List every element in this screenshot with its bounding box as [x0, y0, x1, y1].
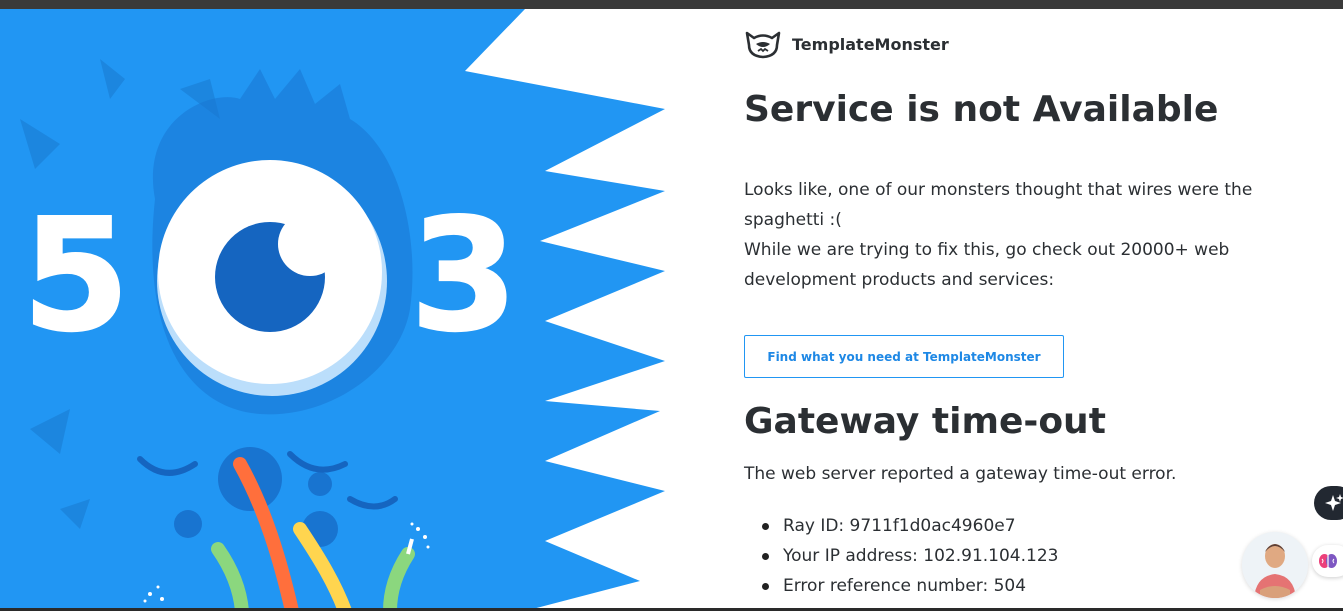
ip-address: Your IP address: 102.91.104.123 [783, 546, 1059, 566]
browser-top-strip [0, 0, 1343, 9]
find-templatemonster-button[interactable]: Find what you need at TemplateMonster [744, 335, 1064, 378]
support-agent-avatar[interactable] [1242, 532, 1308, 598]
ai-assistant-button[interactable] [1314, 486, 1343, 520]
brand-name: TemplateMonster [792, 34, 949, 54]
eye-highlight [278, 212, 342, 276]
bullet-icon [762, 522, 769, 530]
error-reference: Error reference number: 504 [783, 576, 1027, 596]
error-description: The web server reported a gateway time-o… [744, 464, 1177, 484]
brand-logo[interactable]: TemplateMonster [744, 29, 949, 59]
list-item: Ray ID: 9711f1d0ac4960e7 [744, 511, 1058, 541]
message-line: While we are trying to fix this, go chec… [744, 240, 1230, 260]
list-item: Your IP address: 102.91.104.123 [744, 541, 1058, 571]
page-title: Service is not Available [744, 89, 1219, 130]
message-line: Looks like, one of our monsters thought … [744, 180, 1253, 200]
monster-503-graphic: 5 3 [0, 9, 665, 611]
list-item: Error reference number: 504 [744, 571, 1058, 601]
message-line: development products and services: [744, 270, 1055, 290]
digit-3: 3 [410, 185, 518, 366]
ai-brain-button[interactable] [1312, 545, 1343, 577]
error-details-list: Ray ID: 9711f1d0ac4960e7 Your IP address… [744, 511, 1058, 601]
monster-logo-icon [745, 31, 781, 59]
brain-icon [1319, 554, 1337, 568]
error-message: Looks like, one of our monsters thought … [744, 175, 1264, 295]
bullet-icon [762, 582, 769, 590]
monster-illustration: 5 3 [0, 9, 665, 611]
message-line: spaghetti :( [744, 210, 842, 230]
sparkle-icon [1325, 494, 1343, 511]
error-title: Gateway time-out [744, 401, 1106, 442]
ray-id: Ray ID: 9711f1d0ac4960e7 [783, 516, 1016, 536]
bullet-icon [762, 552, 769, 560]
error-content: TemplateMonster Service is not Available… [744, 9, 1304, 611]
digit-5: 5 [22, 185, 130, 366]
person-icon [1242, 532, 1308, 598]
